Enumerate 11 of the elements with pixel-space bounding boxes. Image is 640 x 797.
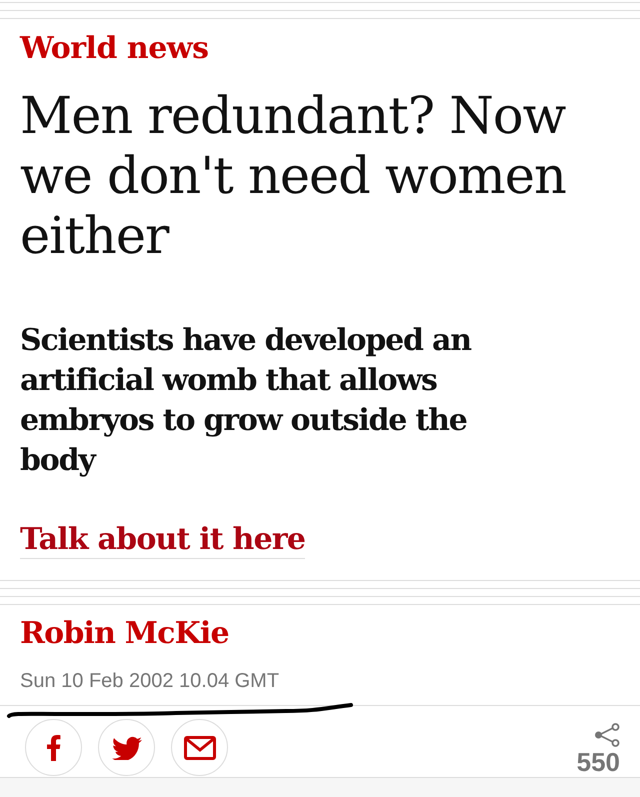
mail-icon [184, 736, 216, 760]
headline: Men redundant? Now we don't need women either [20, 87, 567, 267]
section-label[interactable]: World news [20, 31, 208, 67]
share-count: 550 [576, 749, 620, 775]
share-icon[interactable] [594, 723, 620, 747]
f-logo-icon [46, 734, 60, 760]
publish-date: Sun 10 Feb 2002 10.04 GMT [20, 669, 280, 694]
discussion-link[interactable]: Talk about it here [20, 522, 306, 559]
bird-icon [112, 735, 142, 760]
author-link[interactable]: Robin McKie [20, 616, 229, 652]
standfirst: Scientists have developed an artificial womb that allows embryos to grow outside the body [20, 322, 472, 480]
